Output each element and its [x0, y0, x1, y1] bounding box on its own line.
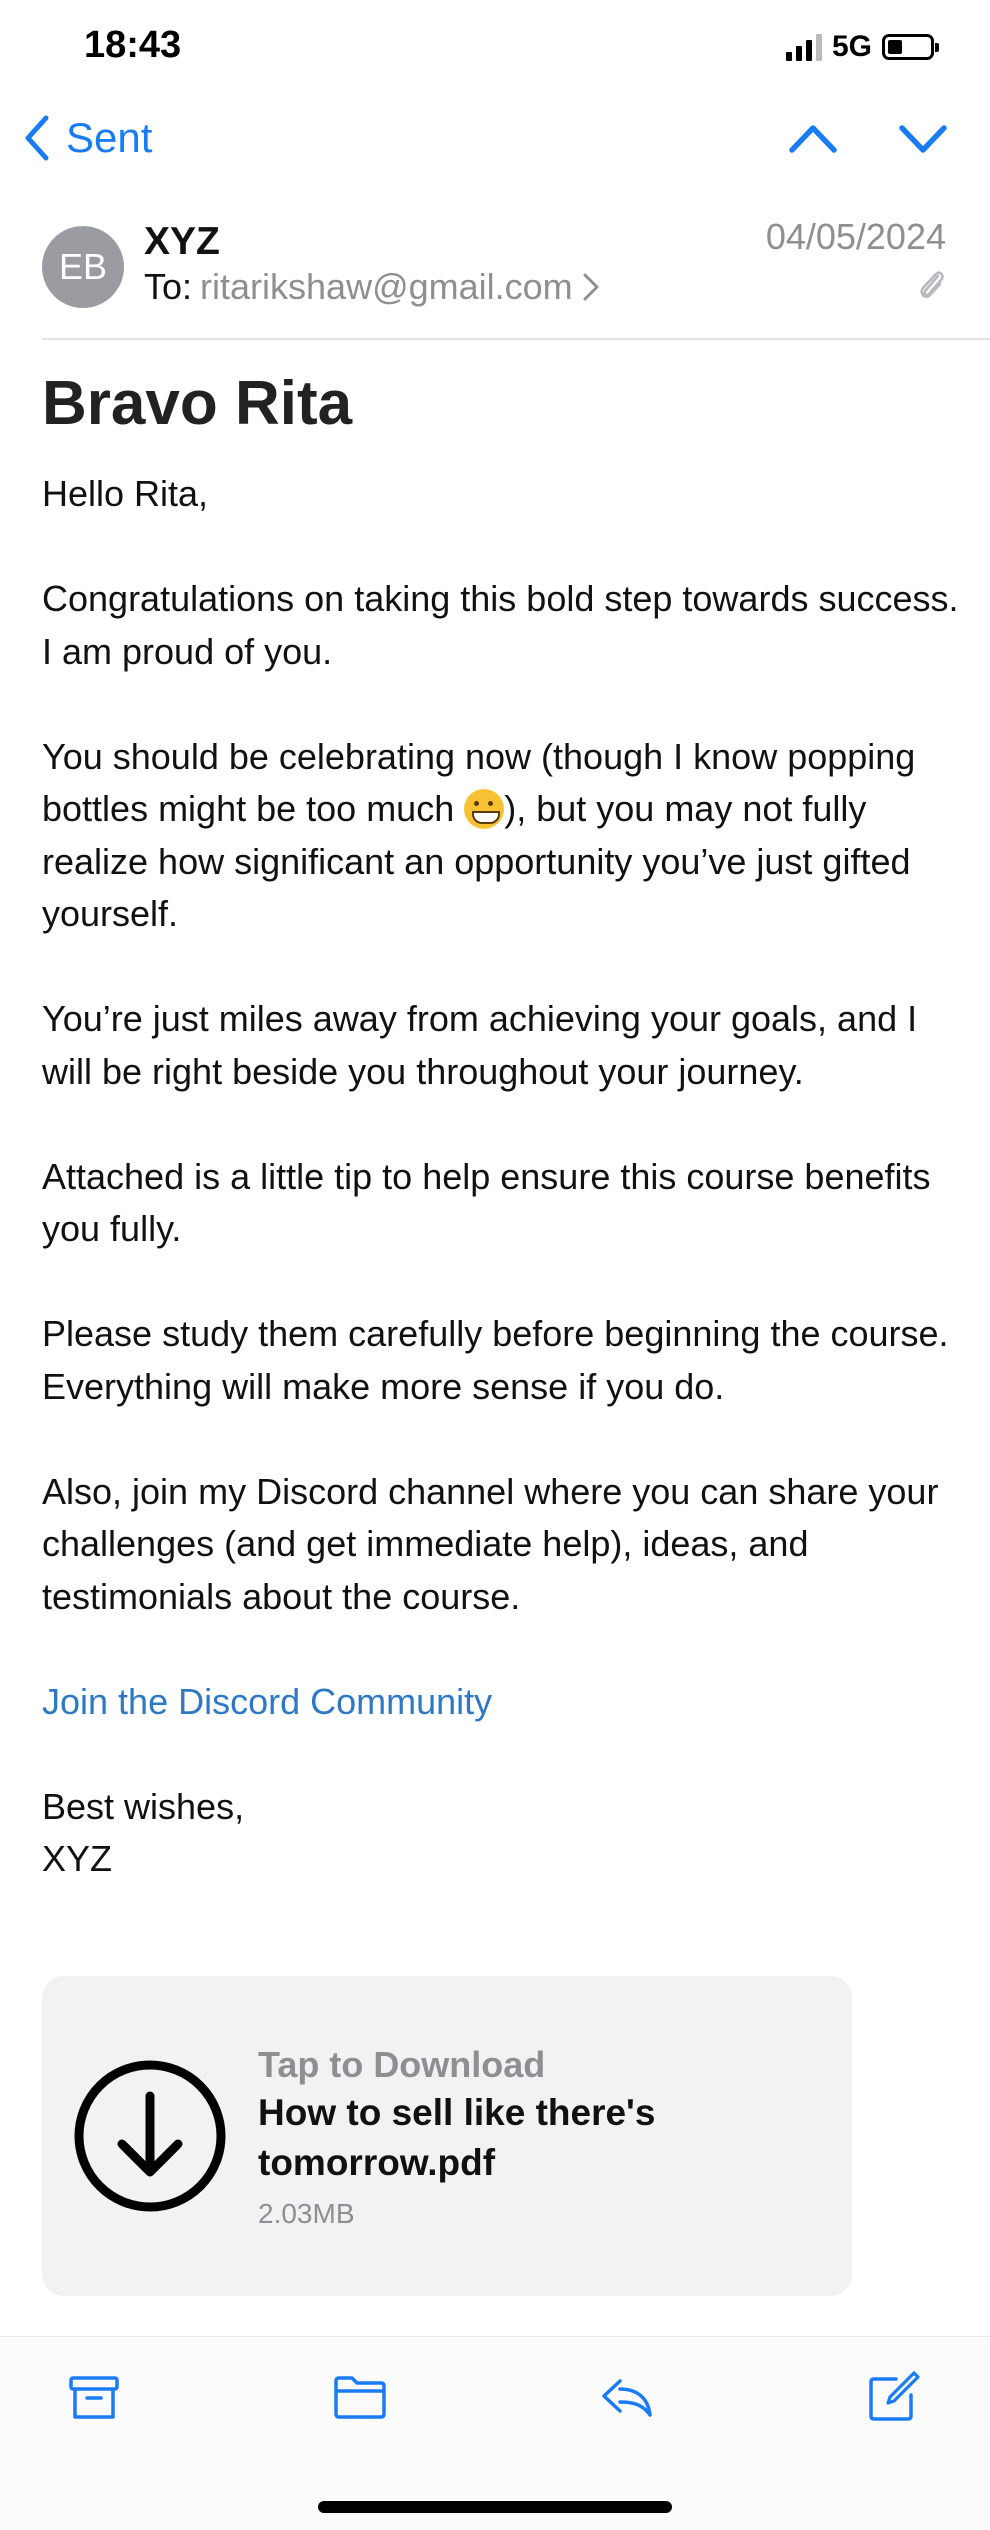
- body-paragraph: Congratulations on taking this bold step…: [42, 578, 959, 672]
- status-indicators: 5G: [785, 30, 939, 64]
- to-label: To:: [144, 266, 193, 307]
- signoff: Best wishes,: [42, 1785, 245, 1827]
- sender-name[interactable]: XYZ: [144, 220, 220, 264]
- back-button[interactable]: Sent: [22, 114, 152, 162]
- attachment-file-size: 2.03MB: [258, 2198, 355, 2229]
- greeting: Hello Rita,: [42, 473, 209, 514]
- message-navigation: [788, 114, 948, 164]
- recipient-email: ritarikshaw@gmail.com: [200, 266, 573, 307]
- tap-to-download-label: Tap to Download: [258, 2044, 546, 2085]
- home-indicator[interactable]: [318, 2501, 672, 2513]
- reply-icon[interactable]: [598, 2369, 654, 2425]
- grinning-emoji-icon: [464, 789, 505, 829]
- status-bar: 18:43 5G: [0, 0, 990, 100]
- back-label: Sent: [66, 114, 153, 161]
- discord-link[interactable]: Join the Discord Community: [42, 1681, 492, 1722]
- nav-bar: Sent: [0, 100, 990, 190]
- body-paragraph: Please study them carefully before begin…: [42, 1313, 949, 1407]
- chevron-up-icon[interactable]: [788, 114, 838, 164]
- body-paragraph: Attached is a little tip to help ensure …: [42, 1155, 931, 1250]
- battery-icon: [882, 34, 939, 60]
- avatar[interactable]: EB: [42, 226, 124, 308]
- cellular-signal-icon: [785, 33, 822, 61]
- download-icon: [74, 2060, 226, 2212]
- recipient-row[interactable]: To: ritarikshaw@gmail.com: [144, 266, 601, 308]
- status-time: 18:43: [84, 24, 182, 66]
- archive-icon[interactable]: [66, 2369, 122, 2425]
- message-subject: Bravo Rita: [42, 369, 353, 438]
- network-type: 5G: [831, 30, 872, 63]
- attachment-file-name: How to sell like there's tomorrow.pdf: [258, 2092, 656, 2183]
- folder-icon[interactable]: [332, 2369, 388, 2425]
- body-paragraph: You’re just miles away from achieving yo…: [42, 998, 918, 1092]
- chevron-left-icon: [25, 115, 49, 161]
- bottom-toolbar: [0, 2336, 990, 2530]
- body-paragraph: Also, join my Discord channel where you …: [42, 1470, 939, 1617]
- message-date: 04/05/2024: [765, 216, 946, 257]
- chevron-right-icon: [583, 273, 599, 301]
- message-header: EB XYZ To: ritarikshaw@gmail.com 04/05/2…: [42, 210, 990, 340]
- chevron-down-icon[interactable]: [898, 114, 948, 164]
- signature: XYZ: [42, 1838, 113, 1879]
- paperclip-icon: [920, 271, 944, 298]
- body-paragraph: You should be celebrating now (though I …: [42, 731, 972, 941]
- compose-icon[interactable]: [866, 2369, 922, 2425]
- message-body: Hello Rita, Congratulations on taking th…: [42, 468, 972, 1886]
- attachment-card[interactable]: Tap to Download How to sell like there's…: [42, 1976, 852, 2296]
